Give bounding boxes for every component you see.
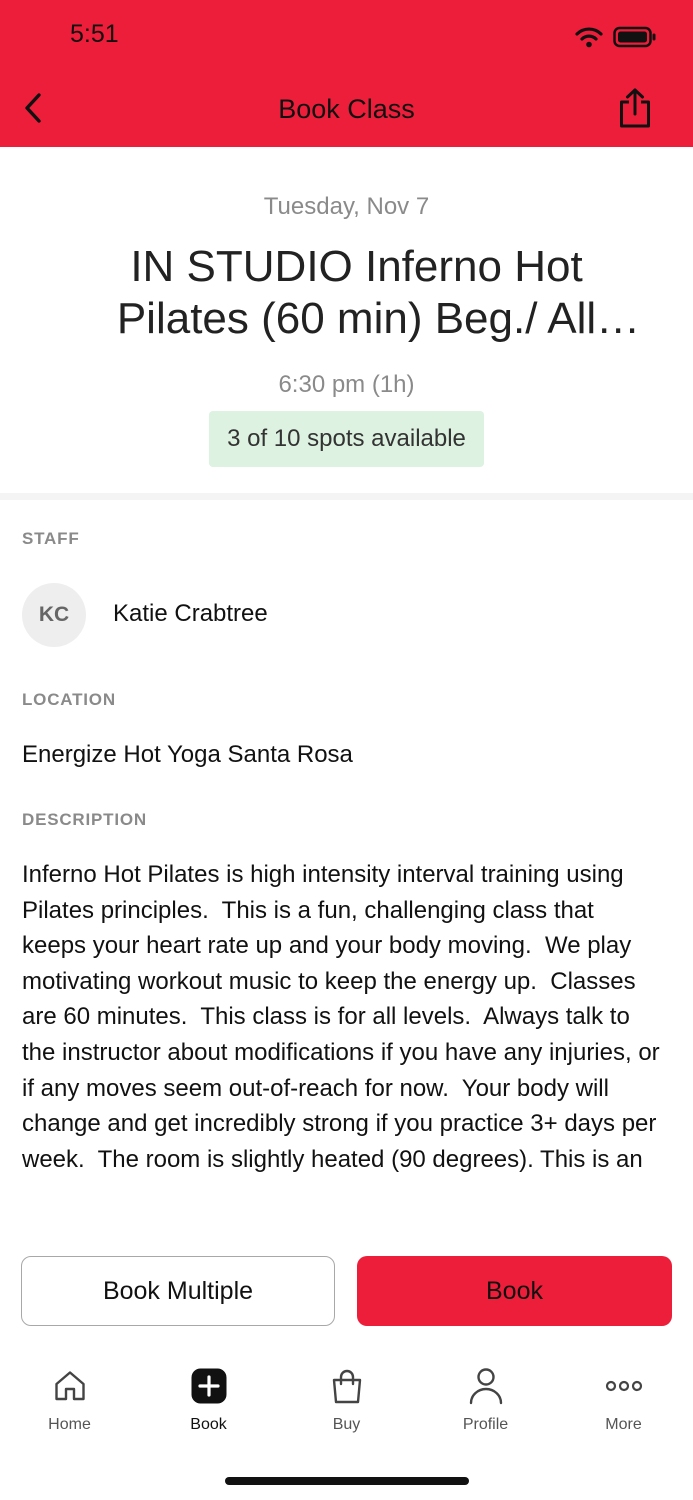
tab-buy[interactable]: Buy xyxy=(277,1360,416,1450)
share-button[interactable] xyxy=(615,88,655,132)
class-description: Inferno Hot Pilates is high intensity in… xyxy=(22,861,660,1173)
page-title: Book Class xyxy=(278,94,415,124)
spots-available-badge: 3 of 10 spots available xyxy=(209,411,484,467)
tab-profile-label: Profile xyxy=(462,1416,509,1433)
location-name[interactable]: Energize Hot Yoga Santa Rosa xyxy=(22,741,353,769)
class-title: IN STUDIO Inferno Hot Pilates (60 min) B… xyxy=(116,242,597,343)
tab-book-label: Book xyxy=(190,1416,227,1433)
book-button[interactable]: Book xyxy=(357,1256,672,1326)
tab-home[interactable]: Home xyxy=(0,1360,139,1450)
wifi-icon xyxy=(575,26,603,53)
home-indicator[interactable] xyxy=(225,1477,469,1485)
description-section-label: DESCRIPTION xyxy=(22,810,147,829)
battery-icon xyxy=(613,26,657,53)
class-summary: Tuesday, Nov 7 IN STUDIO Inferno Hot Pil… xyxy=(0,147,693,494)
location-section-label: LOCATION xyxy=(22,690,116,709)
tab-more-label: More xyxy=(605,1416,642,1433)
person-icon xyxy=(468,1360,504,1412)
section-divider xyxy=(0,493,693,500)
status-icons xyxy=(575,26,657,53)
staff-name[interactable]: Katie Crabtree xyxy=(113,600,268,628)
tab-more[interactable]: More xyxy=(554,1360,693,1450)
staff-avatar[interactable]: KC xyxy=(22,583,86,647)
home-icon xyxy=(53,1360,87,1412)
tab-book[interactable]: Book xyxy=(139,1360,278,1450)
tab-bar: Home Book Buy Profile More xyxy=(0,1360,693,1450)
plus-square-icon xyxy=(191,1360,227,1412)
tab-home-label: Home xyxy=(48,1416,91,1433)
tab-buy-label: Buy xyxy=(332,1416,361,1433)
class-time: 6:30 pm (1h) xyxy=(278,371,415,398)
class-date: Tuesday, Nov 7 xyxy=(263,193,430,220)
shopping-bag-icon xyxy=(330,1360,364,1412)
status-time: 5:51 xyxy=(70,20,119,48)
tab-profile[interactable]: Profile xyxy=(416,1360,555,1450)
staff-section-label: STAFF xyxy=(22,529,80,548)
share-icon xyxy=(617,87,653,134)
book-multiple-button[interactable]: Book Multiple xyxy=(21,1256,335,1326)
app-header: 5:51 Book Class xyxy=(0,0,693,147)
more-dots-icon xyxy=(605,1360,643,1412)
